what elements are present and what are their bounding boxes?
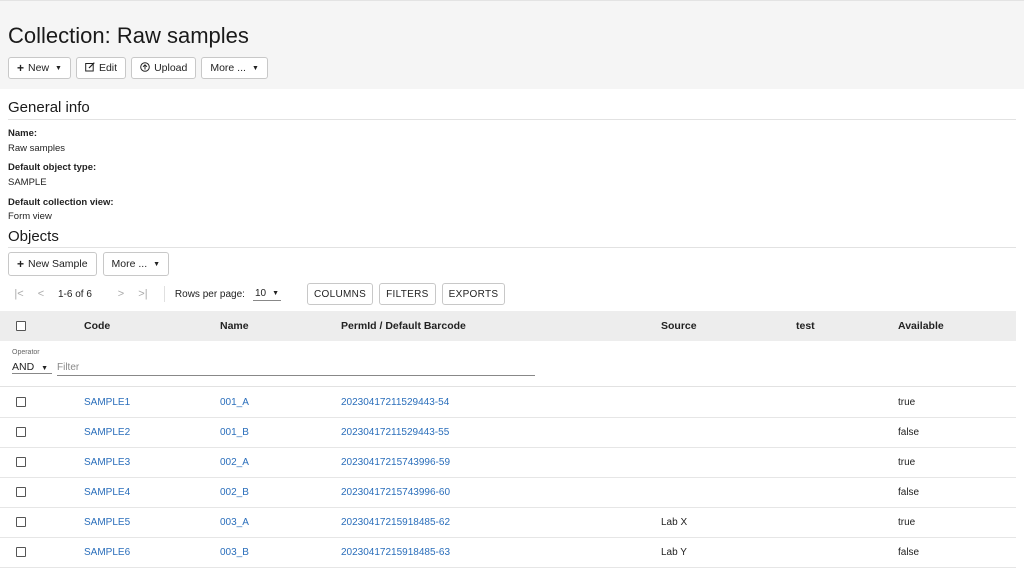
prev-page-icon[interactable]: < (30, 288, 52, 300)
cell-permid[interactable]: 20230417215918485-63 (341, 547, 450, 558)
edit-icon (85, 61, 95, 75)
rows-per-page-select[interactable]: 10 ▼ (252, 287, 282, 301)
upload-icon (140, 61, 150, 75)
divider (163, 286, 165, 302)
new-sample-button-label: New Sample (28, 258, 88, 270)
plus-icon: + (17, 257, 25, 271)
info-collection-view-label: Default collection view: (8, 197, 114, 208)
column-header-permid[interactable]: PermId / Default Barcode (341, 320, 466, 332)
column-header-code[interactable]: Code (84, 320, 110, 332)
cell-permid[interactable]: 20230417215743996-60 (341, 487, 450, 498)
column-header-test[interactable]: test (796, 320, 815, 332)
cell-permid[interactable]: 20230417211529443-54 (341, 397, 449, 408)
objects-more-button[interactable]: More ... ▼ (102, 252, 170, 276)
cell-name[interactable]: 003_A (220, 517, 249, 528)
column-header-source[interactable]: Source (661, 320, 697, 332)
cell-name[interactable]: 002_A (220, 457, 249, 468)
cell-code[interactable]: SAMPLE6 (84, 547, 130, 558)
operator-label: Operator (12, 349, 40, 356)
cell-code[interactable]: SAMPLE4 (84, 487, 130, 498)
objects-toolbar: + New Sample More ... ▼ (8, 252, 170, 276)
edit-button-label: Edit (98, 62, 118, 74)
operator-value: AND (12, 361, 35, 373)
row-checkbox[interactable] (16, 487, 26, 497)
cell-available: true (898, 397, 916, 408)
columns-button[interactable]: COLUMNS (307, 283, 374, 305)
row-checkbox[interactable] (16, 517, 26, 527)
table-row[interactable]: SAMPLE5 003_A 20230417215918485-62 Lab X tru… (0, 507, 1016, 538)
cell-name[interactable]: 001_B (220, 427, 249, 438)
cell-name[interactable]: 002_B (220, 487, 249, 498)
row-checkbox[interactable] (16, 547, 26, 557)
cell-name[interactable]: 001_A (220, 397, 249, 408)
table-row[interactable]: SAMPLE6 003_B 20230417215918485-63 Lab Y fal… (0, 537, 1016, 568)
caret-down-icon: ▼ (41, 365, 49, 372)
objects-title: Objects (8, 228, 59, 245)
pagination-bar: |< < 1-6 of 6 > >| Rows per page: 10 ▼ C… (8, 282, 506, 306)
collection-toolbar: + New ▼ Edit Upload More ... ▼ (8, 57, 268, 79)
page-title: Collection: Raw samples (8, 23, 249, 48)
filter-row: Operator AND ▼ (0, 342, 1016, 386)
info-name-value: Raw samples (8, 143, 66, 154)
cell-permid[interactable]: 20230417215743996-59 (341, 457, 450, 468)
cell-available: false (898, 547, 920, 558)
caret-down-icon: ▼ (55, 64, 62, 72)
more-button[interactable]: More ... ▼ (201, 57, 268, 79)
info-collection-view-value: Form view (8, 211, 52, 222)
row-checkbox[interactable] (16, 397, 26, 407)
plus-icon: + (17, 61, 25, 75)
caret-down-icon: ▼ (251, 64, 259, 72)
grid-header: Code Name PermId / Default Barcode Sourc… (0, 311, 1016, 341)
upload-button-label: Upload (154, 62, 188, 74)
cell-code[interactable]: SAMPLE2 (84, 427, 130, 438)
cell-code[interactable]: SAMPLE5 (84, 517, 130, 528)
cell-code[interactable]: SAMPLE1 (84, 397, 130, 408)
table-row[interactable]: SAMPLE2 001_B 20230417211529443-55 false (0, 417, 1016, 448)
select-all-checkbox[interactable] (16, 321, 26, 331)
first-page-icon[interactable]: |< (8, 288, 30, 300)
caret-down-icon: ▼ (153, 260, 161, 268)
info-name-label: Name: (8, 128, 38, 139)
cell-permid[interactable]: 20230417215918485-62 (341, 517, 450, 528)
last-page-icon[interactable]: >| (132, 288, 154, 300)
cell-source: Lab Y (661, 547, 687, 558)
rows-per-page-value: 10 (254, 287, 267, 299)
next-page-icon[interactable]: > (110, 288, 132, 300)
cell-available: false (898, 487, 920, 498)
upload-button[interactable]: Upload (131, 57, 197, 79)
table-row[interactable]: SAMPLE3 002_A 20230417215743996-59 true (0, 447, 1016, 478)
new-button[interactable]: + New ▼ (8, 57, 71, 79)
new-sample-button[interactable]: + New Sample (8, 252, 97, 276)
top-bar: Collection: Raw samples + New ▼ Edit Upl… (0, 0, 1024, 89)
row-checkbox[interactable] (16, 427, 26, 437)
general-info-title: General info (8, 99, 90, 116)
rows-per-page-label: Rows per page: (174, 288, 245, 300)
divider (8, 247, 1016, 248)
new-button-label: New (28, 62, 50, 74)
edit-button[interactable]: Edit (75, 57, 127, 79)
cell-available: true (898, 457, 916, 468)
objects-more-button-label: More ... (111, 258, 148, 270)
caret-down-icon: ▼ (272, 289, 280, 297)
filters-button[interactable]: FILTERS (379, 283, 436, 305)
filter-input[interactable] (57, 362, 535, 376)
more-button-label: More ... (210, 62, 246, 74)
table-row[interactable]: SAMPLE1 001_A 20230417211529443-54 true (0, 387, 1016, 418)
exports-button[interactable]: EXPORTS (441, 283, 506, 305)
table-row[interactable]: SAMPLE4 002_B 20230417215743996-60 false (0, 477, 1016, 508)
cell-code[interactable]: SAMPLE3 (84, 457, 130, 468)
column-header-available[interactable]: Available (898, 320, 944, 332)
cell-source: Lab X (661, 517, 688, 528)
column-header-name[interactable]: Name (220, 320, 249, 332)
cell-permid[interactable]: 20230417211529443-55 (341, 427, 449, 438)
page-range: 1-6 of 6 (58, 288, 92, 300)
cell-available: false (898, 427, 920, 438)
info-object-type-label: Default object type: (8, 162, 97, 173)
cell-available: true (898, 517, 916, 528)
operator-select[interactable]: AND ▼ (12, 361, 53, 374)
divider (8, 119, 1016, 120)
row-checkbox[interactable] (16, 457, 26, 467)
cell-name[interactable]: 003_B (220, 547, 249, 558)
info-object-type-value: SAMPLE (8, 177, 47, 188)
